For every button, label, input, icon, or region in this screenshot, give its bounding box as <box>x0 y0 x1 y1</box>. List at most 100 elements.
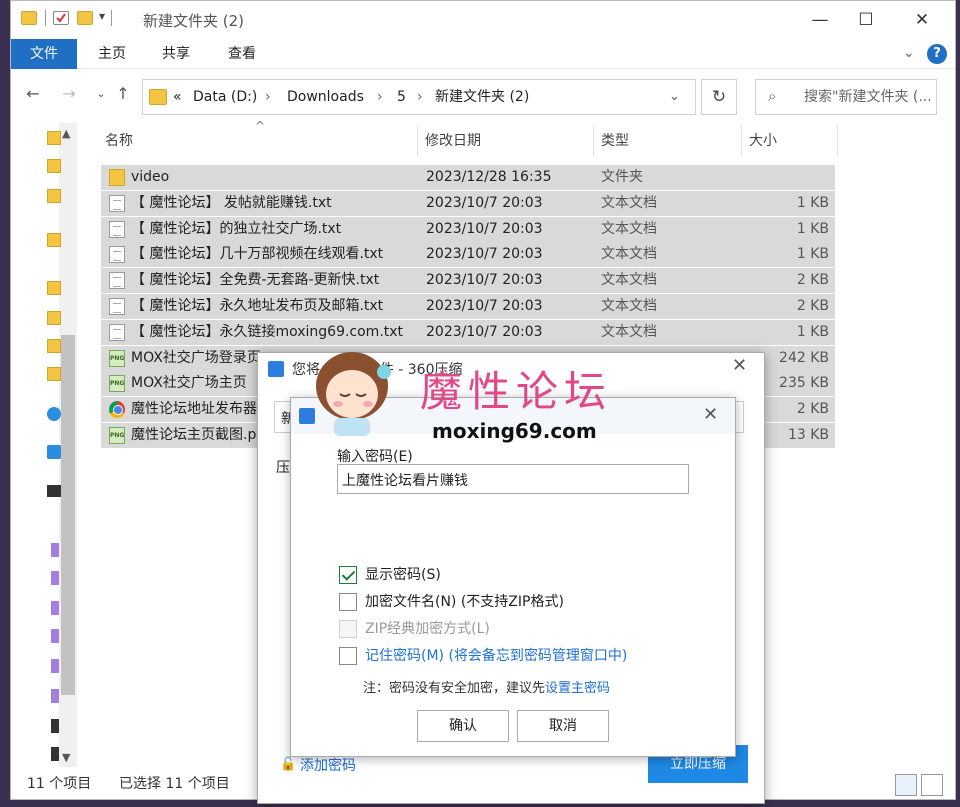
text-file-icon <box>109 194 125 212</box>
close-icon[interactable]: ✕ <box>732 355 747 376</box>
password-input[interactable]: 上魔性论坛看片赚钱 <box>337 464 689 494</box>
folder-icon[interactable] <box>47 281 61 295</box>
desktop-icon[interactable] <box>47 485 61 497</box>
column-header-type[interactable]: 类型 <box>601 123 629 159</box>
scroll-down-icon[interactable]: ▼ <box>62 751 70 764</box>
folder-icon <box>149 89 167 105</box>
ok-button[interactable]: 确认 <box>417 710 509 742</box>
file-type: 文本文档 <box>601 298 657 314</box>
column-divider[interactable] <box>837 125 838 157</box>
lock-icon: 🔓 <box>280 757 297 772</box>
breadcrumb-downloads[interactable]: Downloads <box>287 80 364 114</box>
refresh-button[interactable]: ↻ <box>701 79 737 115</box>
navigation-bar: ← → ⌄ ↑ « Data (D:) › Downloads › 5 › 新建… <box>11 73 955 119</box>
breadcrumb-data-drive[interactable]: Data (D:) <box>193 80 257 114</box>
music-icon[interactable] <box>51 659 59 673</box>
text-file-icon <box>109 298 125 315</box>
file-row[interactable]: 【 魔性论坛】永久链接moxing69.com.txt 2023/10/7 20:… <box>101 319 835 345</box>
address-bar[interactable]: « Data (D:) › Downloads › 5 › 新建文件夹 (2) … <box>142 79 696 115</box>
chrome-icon <box>109 401 125 419</box>
folder-icon[interactable] <box>51 689 59 703</box>
file-row[interactable]: video 2023/12/28 16:35 文件夹 <box>101 165 835 190</box>
properties-icon[interactable] <box>53 11 69 25</box>
file-type: 文本文档 <box>601 246 657 263</box>
forward-button[interactable]: → <box>57 81 81 107</box>
watermark-url: moxing69.com <box>432 419 597 443</box>
up-button[interactable]: ↑ <box>111 81 135 107</box>
breadcrumb-current-folder[interactable]: 新建文件夹 (2) <box>435 80 529 114</box>
folder-icon[interactable] <box>47 233 61 247</box>
chevron-down-icon[interactable]: ⌄ <box>669 80 680 114</box>
drive-icon[interactable] <box>51 719 59 733</box>
drive-icon[interactable] <box>51 747 59 761</box>
chevron-down-icon[interactable]: ⌄ <box>903 45 915 61</box>
large-icons-view-icon[interactable] <box>921 774 943 796</box>
minimize-button[interactable]: — <box>797 7 843 33</box>
file-row[interactable]: 【 魔性论坛】 发帖就能赚钱.txt 2023/10/7 20:03 文本文档 1 K… <box>101 190 835 216</box>
onedrive-icon[interactable] <box>47 407 61 421</box>
recent-locations-button[interactable]: ⌄ <box>89 81 113 107</box>
close-button[interactable]: ✕ <box>899 7 945 33</box>
column-header-date[interactable]: 修改日期 <box>425 123 481 159</box>
app-icon <box>268 361 284 377</box>
file-size: 2 KB <box>796 401 829 418</box>
scroll-up-icon[interactable]: ▲ <box>62 127 70 140</box>
folder-icon[interactable] <box>47 159 61 173</box>
add-password-link[interactable]: 添加密码 <box>300 755 356 775</box>
remember-password-label[interactable]: 记住密码(M) (将会备忘到密码管理窗口中) <box>365 647 627 665</box>
item-count: 11 个项目 <box>27 776 92 792</box>
breadcrumb-overflow[interactable]: « <box>173 80 182 114</box>
tab-share[interactable]: 共享 <box>151 39 201 69</box>
file-row[interactable]: 【 魔性论坛】永久地址发布页及邮箱.txt 2023/10/7 20:03 文本文档… <box>101 294 835 319</box>
video-icon[interactable] <box>51 601 59 615</box>
new-folder-icon[interactable] <box>77 11 93 25</box>
tab-file[interactable]: 文件 <box>11 39 77 69</box>
search-icon: ⌕ <box>768 87 777 105</box>
folder-icon[interactable] <box>47 189 61 203</box>
compress-label: 压 <box>276 460 290 476</box>
encrypt-filenames-checkbox[interactable] <box>339 593 357 611</box>
file-row[interactable]: 【 魔性论坛】全免费-无套路-更新快.txt 2023/10/7 20:03 文本文… <box>101 268 835 294</box>
title-bar: ▾ 新建文件夹 (2) — ☐ ✕ <box>11 1 955 39</box>
file-name: 【 魔性论坛】几十万部视频在线观看.txt <box>131 246 384 263</box>
folder-icon <box>21 11 37 25</box>
column-header-size[interactable]: 大小 <box>749 123 777 159</box>
download-icon[interactable] <box>51 629 59 643</box>
help-icon[interactable]: ? <box>927 44 947 64</box>
column-header-name[interactable]: 名称 <box>105 123 133 159</box>
folder-icon[interactable] <box>47 311 61 325</box>
scrollbar-thumb[interactable] <box>61 335 75 695</box>
column-divider[interactable] <box>593 125 594 157</box>
password-label: 输入密码(E) <box>337 449 413 465</box>
back-button[interactable]: ← <box>21 81 45 107</box>
encrypt-filenames-label[interactable]: 加密文件名(N) (不支持ZIP格式) <box>365 593 564 611</box>
file-name: video <box>131 169 170 185</box>
file-type: 文本文档 <box>601 194 657 211</box>
tab-home[interactable]: 主页 <box>87 39 137 69</box>
remember-password-checkbox[interactable] <box>339 647 357 665</box>
document-icon[interactable] <box>51 543 59 557</box>
png-file-icon: PNG <box>109 375 125 393</box>
close-icon[interactable]: ✕ <box>703 404 718 425</box>
details-view-icon[interactable] <box>895 774 917 796</box>
show-password-checkbox[interactable] <box>339 566 357 584</box>
app-icon[interactable] <box>47 445 61 459</box>
picture-icon[interactable] <box>51 571 59 585</box>
cancel-button[interactable]: 取消 <box>517 710 609 742</box>
show-password-label[interactable]: 显示密码(S) <box>365 566 441 584</box>
tab-view[interactable]: 查看 <box>217 39 267 69</box>
maximize-button[interactable]: ☐ <box>843 7 889 33</box>
column-divider[interactable] <box>417 125 418 157</box>
sort-arrow-icon: ^ <box>255 119 266 133</box>
chevron-down-icon[interactable]: ▾ <box>99 9 105 23</box>
search-box[interactable]: ⌕ 搜索"新建文件夹 (... <box>755 79 937 115</box>
set-master-password-link[interactable]: 设置主密码 <box>545 681 610 696</box>
column-divider[interactable] <box>741 125 742 157</box>
folder-icon[interactable] <box>47 339 61 353</box>
search-input[interactable]: 搜索"新建文件夹 (... <box>804 80 932 114</box>
folder-icon[interactable] <box>47 131 61 145</box>
file-row[interactable]: 【 魔性论坛】的独立社交广场.txt 2023/10/7 20:03 文本文档 1 K… <box>101 216 835 242</box>
folder-icon[interactable] <box>47 367 61 381</box>
file-row[interactable]: 【 魔性论坛】几十万部视频在线观看.txt 2023/10/7 20:03 文本文档… <box>101 242 835 268</box>
breadcrumb-5[interactable]: 5 <box>397 80 406 114</box>
